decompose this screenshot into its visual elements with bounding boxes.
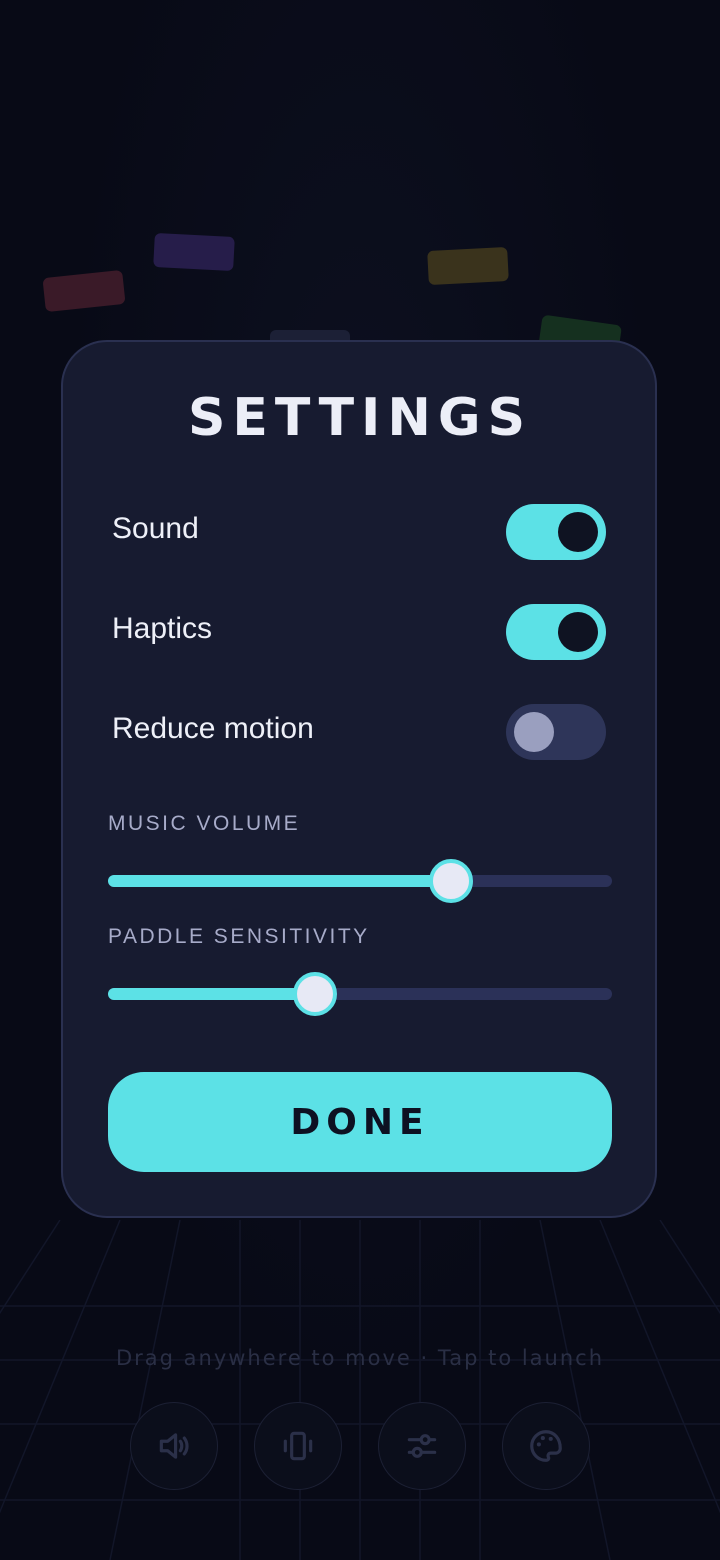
- vibrate-icon: [283, 1431, 313, 1461]
- toggle-knob: [558, 612, 598, 652]
- paddle-sensitivity-label: PADDLE SENSITIVITY: [108, 925, 370, 948]
- done-button[interactable]: DONE: [108, 1072, 612, 1172]
- floor-grid: [0, 1220, 720, 1560]
- sound-toggle[interactable]: [506, 504, 606, 560]
- music-volume-label: MUSIC VOLUME: [108, 812, 301, 835]
- slider-thumb[interactable]: [428, 859, 473, 903]
- reduce-motion-label: Reduce motion: [112, 712, 314, 745]
- haptics-quick-button[interactable]: [254, 1402, 342, 1490]
- slider-fill: [108, 875, 451, 887]
- reduce-motion-toggle[interactable]: [506, 704, 606, 760]
- haptics-label: Haptics: [112, 612, 213, 645]
- brick: [153, 232, 235, 272]
- toggle-knob: [558, 512, 598, 552]
- haptics-toggle[interactable]: [506, 604, 606, 660]
- slider-fill: [108, 988, 315, 1000]
- slider-thumb[interactable]: [292, 972, 337, 1016]
- quick-dock: [130, 1402, 590, 1490]
- paddle-sensitivity-slider[interactable]: [108, 972, 612, 1016]
- sound-quick-button[interactable]: [130, 1402, 218, 1490]
- theme-quick-button[interactable]: [502, 1402, 590, 1490]
- settings-quick-button[interactable]: [378, 1402, 466, 1490]
- speaker-icon: [159, 1433, 189, 1459]
- sound-label: Sound: [112, 512, 199, 545]
- toggle-knob: [514, 712, 554, 752]
- modal-title: SETTINGS: [187, 388, 533, 448]
- brick: [427, 246, 509, 286]
- controls-hint: Drag anywhere to move · Tap to launch: [115, 1346, 605, 1370]
- music-volume-slider[interactable]: [108, 859, 612, 903]
- palette-icon: [530, 1430, 562, 1462]
- sliders-icon: [407, 1434, 437, 1458]
